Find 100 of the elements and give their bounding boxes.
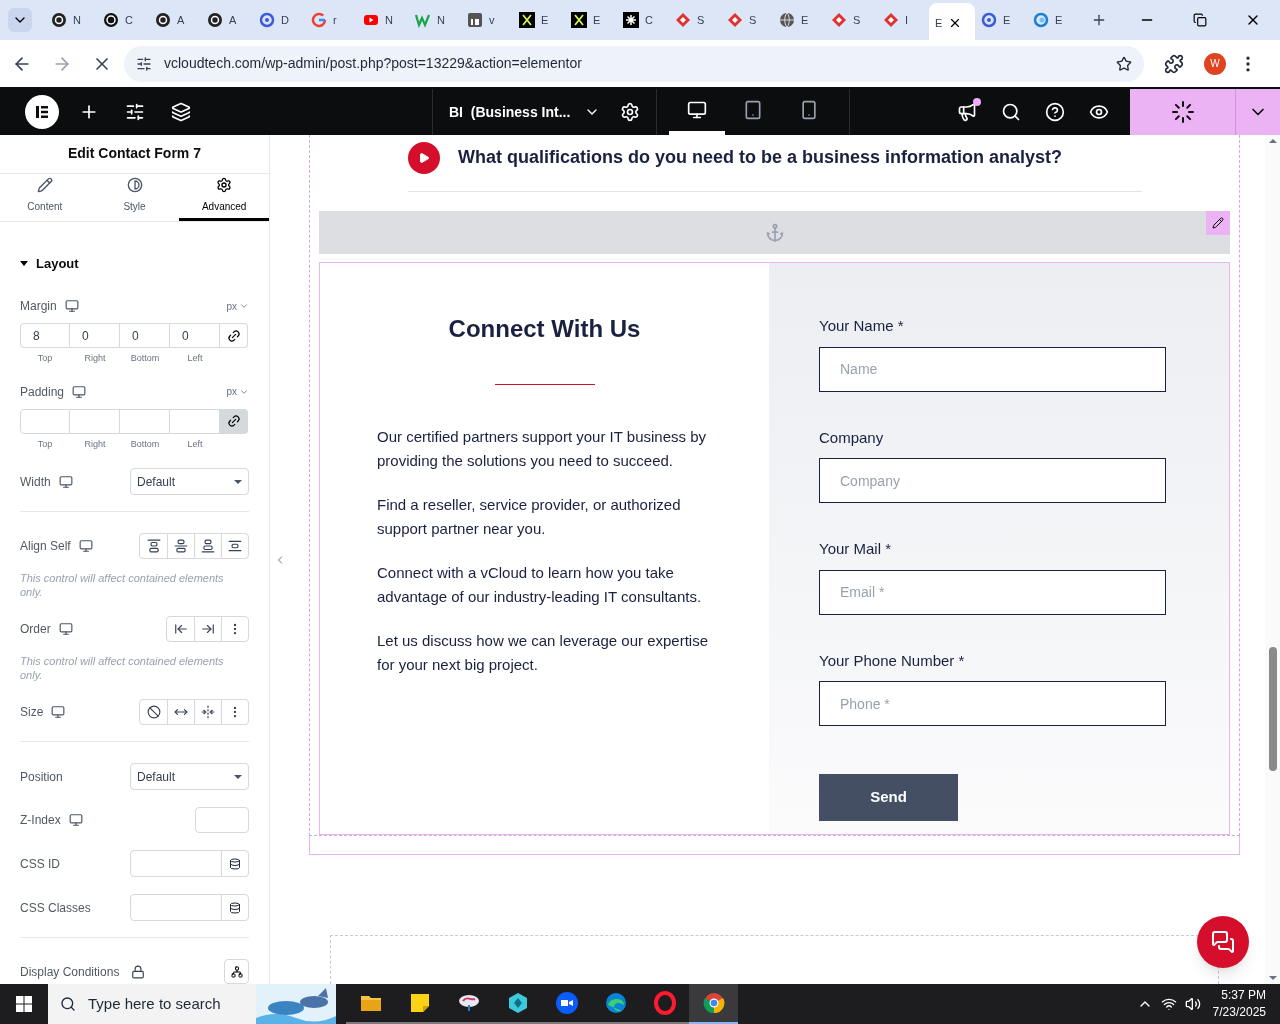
desktop-icon[interactable] xyxy=(68,813,83,827)
elementor-logo[interactable] xyxy=(25,95,59,129)
panel-tab[interactable]: Style xyxy=(89,173,180,221)
search-icon xyxy=(60,996,76,1012)
search-icon[interactable] xyxy=(1001,102,1021,122)
select-field[interactable]: Default xyxy=(130,468,249,495)
layers-icon[interactable] xyxy=(171,102,191,122)
address-bar[interactable]: vcloudtech.com/wp-admin/post.php?post=13229&action=elementor xyxy=(124,45,1144,82)
browser-tab[interactable]: E xyxy=(565,0,617,40)
dynamic-tags-icon[interactable] xyxy=(229,857,241,870)
conditions-button[interactable] xyxy=(224,959,249,984)
settings-sliders-icon[interactable] xyxy=(125,102,145,122)
browser-tab[interactable]: N xyxy=(409,0,461,40)
asterisk-icon xyxy=(623,12,639,28)
page-title[interactable]: BI (Business Int... xyxy=(449,101,571,123)
browser-tab[interactable]: v xyxy=(461,0,513,40)
wave-icon[interactable] xyxy=(603,991,628,1015)
knot-icon xyxy=(207,12,223,28)
pencil-icon xyxy=(36,177,53,194)
desktop-icon[interactable] xyxy=(58,474,73,489)
control-label: Size xyxy=(20,704,44,721)
link-button[interactable] xyxy=(220,323,248,348)
desktop-icon[interactable] xyxy=(64,299,79,313)
browser-tab[interactable]: C xyxy=(97,0,149,40)
taskbar-app[interactable] xyxy=(689,984,738,1024)
browser-tab[interactable]: r xyxy=(305,0,357,40)
diamond-icon xyxy=(727,12,743,28)
settings-icon[interactable] xyxy=(620,102,640,122)
control-label: Padding xyxy=(20,383,65,401)
tab-list-button[interactable] xyxy=(8,8,32,32)
lock-icon xyxy=(131,964,146,979)
browser-tab[interactable]: A xyxy=(149,0,201,40)
browser-tab[interactable]: S xyxy=(825,0,877,40)
chrome-icon[interactable] xyxy=(701,991,726,1015)
dimension-field[interactable]: 8 xyxy=(20,323,70,348)
bookmark-icon[interactable] xyxy=(1116,55,1132,72)
scrollbar-thumb[interactable] xyxy=(1268,647,1277,771)
play-button[interactable] xyxy=(408,141,440,174)
browser-tab[interactable]: N xyxy=(357,0,409,40)
dimension-field[interactable] xyxy=(170,408,220,434)
taskbar-search[interactable]: Type here to search xyxy=(48,984,336,1024)
edit-button[interactable] xyxy=(1206,211,1230,235)
number-field[interactable] xyxy=(195,807,249,833)
windows-icon[interactable] xyxy=(16,996,32,1012)
ring-icon[interactable] xyxy=(652,991,677,1015)
megaphone-icon[interactable] xyxy=(957,102,977,122)
desktop-icon[interactable] xyxy=(78,539,93,553)
browser-tab[interactable]: S xyxy=(721,0,773,40)
control-label: Margin xyxy=(20,298,57,315)
ring-icon xyxy=(1033,12,1049,28)
browser-tab[interactable]: E xyxy=(513,0,565,40)
dynamic-tags-icon[interactable] xyxy=(229,901,241,914)
tab-title: C xyxy=(125,12,133,28)
shrink-icon xyxy=(201,705,215,719)
scroll-down-icon[interactable] xyxy=(1268,976,1277,980)
chat-button[interactable] xyxy=(1197,916,1249,968)
browser-tab[interactable]: E xyxy=(975,0,1027,40)
panel-tab[interactable]: Content xyxy=(0,173,90,221)
browser-tab[interactable]: N xyxy=(45,0,97,40)
browser-tab[interactable]: E xyxy=(929,3,975,43)
dimension-field[interactable]: 0 xyxy=(70,323,120,348)
browser-tab[interactable]: S xyxy=(669,0,721,40)
restore-icon[interactable] xyxy=(1193,13,1207,27)
dimension-field[interactable]: 0 xyxy=(120,323,170,348)
control-label: Order xyxy=(20,621,51,638)
help-icon[interactable] xyxy=(1045,102,1065,122)
volume-icon[interactable] xyxy=(1184,996,1201,1012)
browser-tab[interactable]: E xyxy=(1027,0,1079,40)
browser-tab[interactable]: I xyxy=(877,0,929,40)
text-field[interactable]: Name xyxy=(819,346,1166,392)
preview-icon[interactable] xyxy=(1089,102,1109,122)
circle-icon xyxy=(103,12,119,28)
diamond-icon xyxy=(883,12,899,28)
section-toggle[interactable]: Layout xyxy=(20,253,249,273)
unit-select[interactable]: px xyxy=(226,298,249,314)
extensions-icon[interactable] xyxy=(1164,53,1184,74)
dimension-field[interactable] xyxy=(120,408,170,434)
browser-tab[interactable]: A xyxy=(201,0,253,40)
dimension-field[interactable] xyxy=(70,408,120,434)
site-settings-icon[interactable] xyxy=(136,55,152,72)
dimension-field[interactable] xyxy=(20,408,70,434)
zoom-icon[interactable] xyxy=(554,991,579,1015)
text-field[interactable]: Company xyxy=(819,458,1166,503)
desktop-icon[interactable] xyxy=(58,622,73,636)
browser-tab[interactable]: E xyxy=(773,0,825,40)
link-button[interactable] xyxy=(220,408,248,434)
desktop-icon[interactable] xyxy=(72,384,87,399)
dimension-field[interactable]: 0 xyxy=(170,323,220,348)
browser-tab[interactable]: C xyxy=(617,0,669,40)
unit-select[interactable]: px xyxy=(226,384,249,399)
network-icon[interactable] xyxy=(1160,996,1177,1012)
new-tab-icon[interactable] xyxy=(1091,12,1107,28)
text-field[interactable]: Email * xyxy=(819,569,1166,615)
profile-avatar[interactable]: W xyxy=(1204,52,1226,75)
desktop-icon[interactable] xyxy=(51,705,66,719)
scroll-up-icon[interactable] xyxy=(1268,139,1277,143)
select-field[interactable]: Default xyxy=(130,763,249,790)
text-field[interactable]: Phone * xyxy=(819,681,1166,726)
send-button[interactable]: Send xyxy=(819,774,958,821)
browser-tab[interactable]: D xyxy=(253,0,305,40)
